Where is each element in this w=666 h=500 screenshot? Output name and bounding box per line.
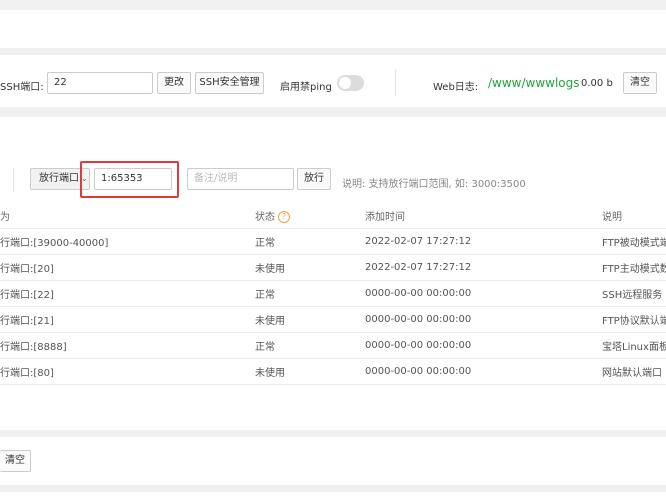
change-port-button[interactable]: 更改 [157,72,191,94]
rule-note: 宝塔Linux面板默认 [602,332,666,359]
rule-status: 未使用 [255,358,365,385]
rule-status: 正常 [255,228,365,255]
port-range-hint: 说明: 支持放行端口范围, 如: 3000:3500 [342,179,526,190]
ping-toggle-knob [339,77,351,89]
rule-time: 0000-00-00 00:00:00 [365,358,602,385]
weblog-clear-button[interactable]: 清空 [623,72,657,94]
log-clear-button[interactable]: 清空 [0,450,31,472]
note-input[interactable]: 备注/说明 [187,168,294,190]
ssh-port-input[interactable]: 22 [47,72,153,94]
action-select-label: 放行端口 [39,173,79,184]
port-input-highlight [80,161,179,198]
table-row[interactable]: 行端口:[20] 未使用 2022-02-07 17:27:12 FTP主动模式… [0,254,666,281]
weblog-path-link[interactable]: /www/wwwlogs [488,76,580,90]
rule-status: 未使用 [255,306,365,333]
rule-behavior: 行端口:[21] [0,306,255,333]
rule-note: SSH远程服务 [602,280,666,307]
rule-behavior: 行端口:[22] [0,280,255,307]
rule-status: 正常 [255,280,365,307]
table-row[interactable]: 行端口:[22] 正常 0000-00-00 00:00:00 SSH远程服务 [0,280,666,307]
table-row[interactable]: 行端口:[21] 未使用 0000-00-00 00:00:00 FTP协议默认… [0,306,666,333]
rule-time: 2022-02-07 17:27:12 [365,228,602,255]
rule-time: 0000-00-00 00:00:00 [365,332,602,359]
table-row[interactable]: 行端口:[80] 未使用 0000-00-00 00:00:00 网站默认端口 [0,358,666,385]
ssh-settings-panel: SSH端口: 22 更改 SSH安全管理 启用禁ping Web日志: /www… [0,55,666,107]
divider [395,70,396,96]
ping-toggle[interactable] [337,75,364,91]
rule-status: 未使用 [255,254,365,281]
header-note: 说明 [602,204,666,229]
header-behavior: 为 [0,204,255,229]
ssh-port-label: SSH端口: [0,82,44,93]
rule-behavior: 行端口:[20] [0,254,255,281]
weblog-size: 0.00 b [581,78,613,89]
ping-label: 启用禁ping [280,82,332,93]
rule-status: 正常 [255,332,365,359]
allow-button[interactable]: 放行 [297,168,331,190]
ssh-manage-button[interactable]: SSH安全管理 [195,72,264,94]
rule-time: 2022-02-07 17:27:12 [365,254,602,281]
footer-panel [0,492,666,500]
top-panel [0,10,666,48]
weblog-label: Web日志: [433,82,479,93]
rule-behavior: 行端口:[39000-40000] [0,228,255,255]
rule-time: 0000-00-00 00:00:00 [365,280,602,307]
rule-note: FTP协议默认端口 [602,306,666,333]
rule-time: 0000-00-00 00:00:00 [365,306,602,333]
table-header-row: 为 状态? 添加时间 说明 [0,204,666,229]
rule-note: FTP主动模式数据 [602,254,666,281]
rule-note: FTP被动模式端口 [602,228,666,255]
firewall-rules-table: 为 状态? 添加时间 说明 行端口:[39000-40000] 正常 2022-… [0,204,666,385]
header-time: 添加时间 [365,204,602,229]
rule-note: 网站默认端口 [602,358,666,385]
table-row[interactable]: 行端口:[39000-40000] 正常 2022-02-07 17:27:12… [0,228,666,255]
header-status: 状态? [255,204,365,229]
help-icon[interactable]: ? [278,211,290,224]
log-panel: 清空 [0,437,666,485]
table-row[interactable]: 行端口:[8888] 正常 0000-00-00 00:00:00 宝塔Linu… [0,332,666,359]
divider [13,168,14,192]
rule-behavior: 行端口:[8888] [0,332,255,359]
rule-behavior: 行端口:[80] [0,358,255,385]
